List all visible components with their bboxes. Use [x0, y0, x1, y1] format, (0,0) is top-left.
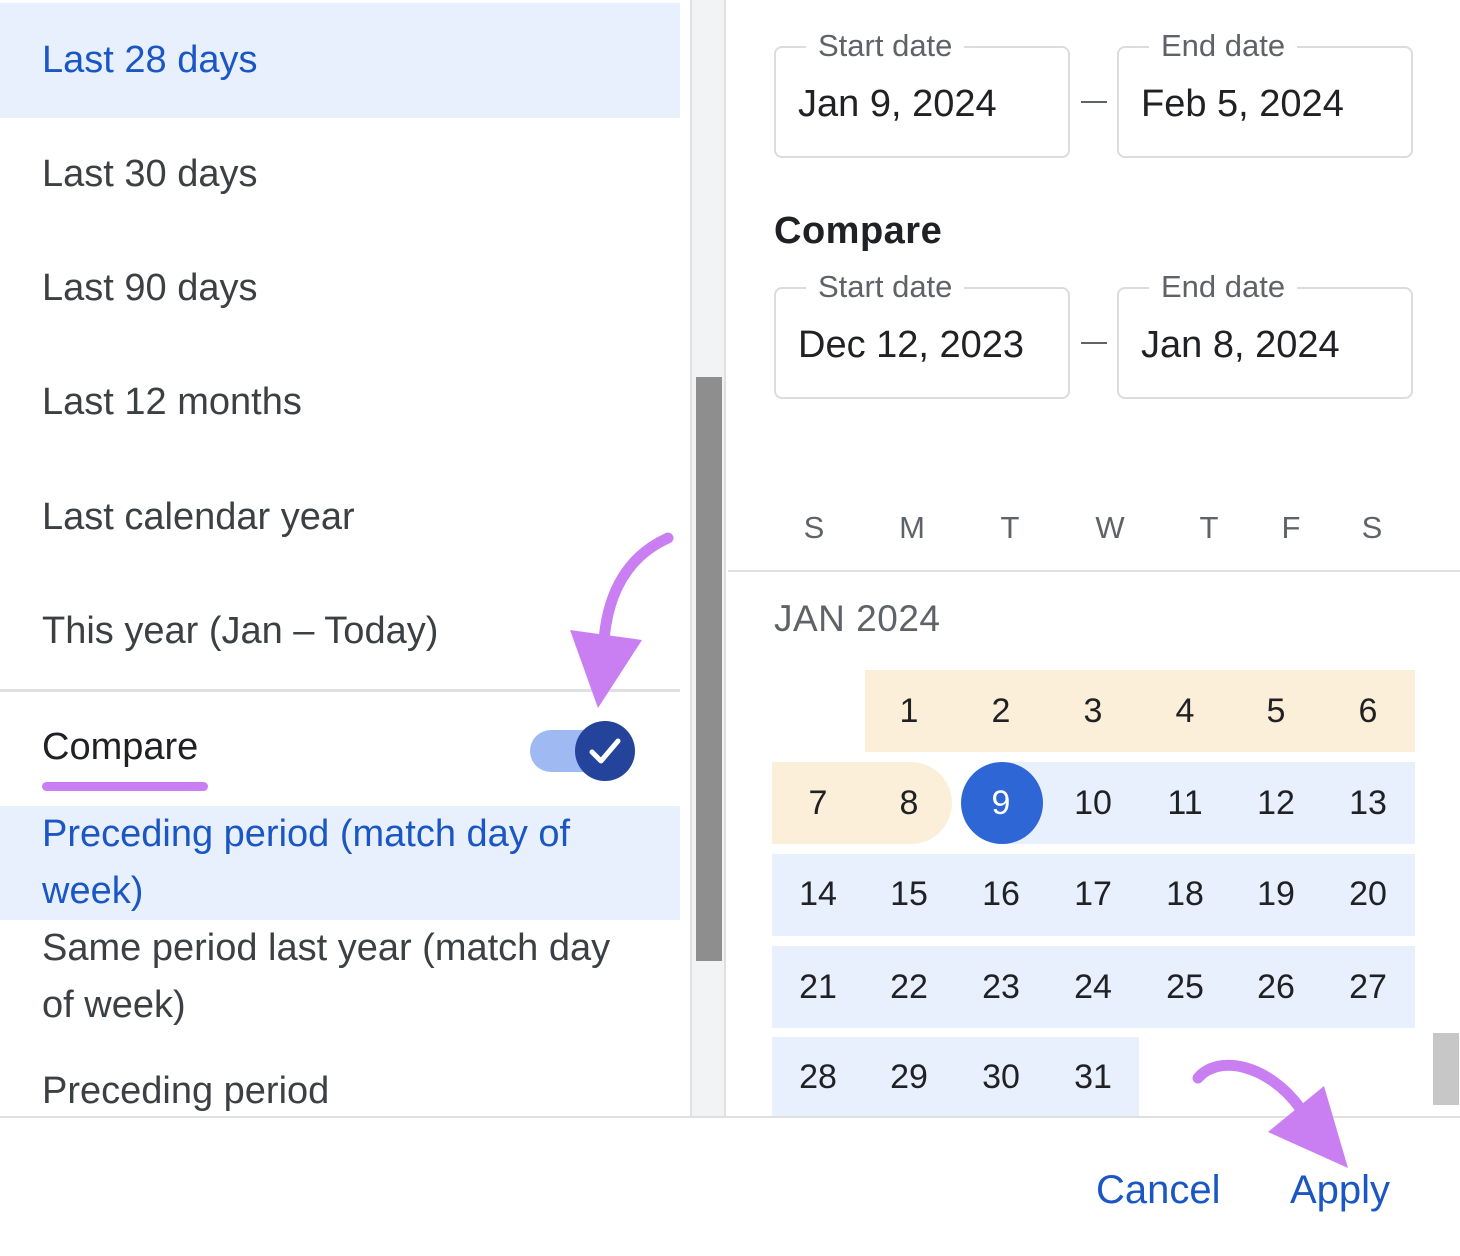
preset-panel: Last 28 days Last 30 days Last 90 days L…: [0, 0, 680, 1116]
preset-last-calendar-year[interactable]: Last calendar year: [0, 460, 680, 575]
calendar-day[interactable]: 12: [1230, 763, 1322, 843]
compare-section-title: Compare: [774, 210, 943, 252]
end-date-field[interactable]: End date Feb 5, 2024: [1117, 28, 1413, 158]
end-date-label: End date: [1149, 28, 1298, 64]
compare-option-same-period-last-year[interactable]: Same period last year (match day of week…: [0, 920, 680, 1034]
calendar-day[interactable]: 13: [1322, 763, 1414, 843]
compare-end-date-label: End date: [1149, 269, 1298, 305]
calendar-day[interactable]: 14: [772, 854, 864, 934]
apply-button[interactable]: Apply: [1290, 1168, 1390, 1213]
calendar-day[interactable]: 4: [1139, 671, 1231, 751]
calendar-day[interactable]: 1: [863, 671, 955, 751]
end-date-value[interactable]: Feb 5, 2024: [1141, 82, 1344, 126]
month-label: JAN 2024: [774, 598, 941, 639]
cancel-button[interactable]: Cancel: [1096, 1168, 1221, 1213]
divider: [0, 689, 680, 692]
preset-last-30-days[interactable]: Last 30 days: [0, 117, 680, 232]
compare-label: Compare: [42, 726, 199, 768]
compare-start-date-value[interactable]: Dec 12, 2023: [798, 323, 1024, 367]
compare-option-preceding-match-dow[interactable]: Preceding period (match day of week): [0, 806, 680, 920]
start-date-field[interactable]: Start date Jan 9, 2024: [774, 28, 1070, 158]
calendar-day[interactable]: 23: [955, 947, 1047, 1027]
calendar-day[interactable]: 31: [1047, 1037, 1139, 1117]
calendar-day[interactable]: 21: [772, 947, 864, 1027]
start-date-value[interactable]: Jan 9, 2024: [798, 82, 997, 126]
preset-last-12-months[interactable]: Last 12 months: [0, 345, 680, 460]
calendar-day[interactable]: 25: [1139, 947, 1231, 1027]
calendar-day[interactable]: 17: [1047, 854, 1139, 934]
calendar-day[interactable]: 5: [1230, 671, 1322, 751]
weekday-wed: W: [1095, 510, 1125, 545]
calendar-day[interactable]: 20: [1322, 854, 1414, 934]
weekday-fri: F: [1281, 510, 1301, 545]
compare-start-date-label: Start date: [806, 269, 965, 305]
compare-option-preceding-period[interactable]: Preceding period: [0, 1063, 680, 1116]
compare-range-dash: [1081, 342, 1107, 344]
calendar-day[interactable]: 29: [863, 1037, 955, 1117]
calendar-day[interactable]: 28: [772, 1037, 864, 1117]
calendar-scrollbar-thumb[interactable]: [1433, 1033, 1459, 1105]
calendar-day[interactable]: 18: [1139, 854, 1231, 934]
calendar-day[interactable]: 15: [863, 854, 955, 934]
calendar-day[interactable]: 7: [772, 763, 864, 843]
calendar-day[interactable]: 27: [1322, 947, 1414, 1027]
preset-last-90-days[interactable]: Last 90 days: [0, 231, 680, 346]
annotation-underline: [42, 782, 208, 791]
range-dash: [1081, 101, 1107, 103]
calendar-day[interactable]: 24: [1047, 947, 1139, 1027]
compare-end-date-field[interactable]: End date Jan 8, 2024: [1117, 269, 1413, 399]
calendar-header-divider: [728, 570, 1460, 572]
calendar-day[interactable]: 11: [1139, 763, 1231, 843]
calendar-day-selected[interactable]: 9: [955, 763, 1047, 843]
calendar-day[interactable]: 3: [1047, 671, 1139, 751]
preset-last-28-days[interactable]: Last 28 days: [0, 3, 680, 118]
preset-scrollbar-thumb[interactable]: [696, 377, 722, 961]
annotation-arrow-icon: [1192, 1059, 1348, 1168]
calendar-day[interactable]: 19: [1230, 854, 1322, 934]
weekday-mon: M: [899, 510, 925, 545]
check-icon: [589, 738, 621, 764]
calendar-day[interactable]: 30: [955, 1037, 1047, 1117]
calendar-day[interactable]: 10: [1047, 763, 1139, 843]
calendar-day[interactable]: 8: [863, 763, 955, 843]
preset-this-year[interactable]: This year (Jan – Today): [0, 574, 680, 689]
weekday-sun: S: [803, 510, 825, 545]
weekday-tue: T: [1000, 510, 1020, 545]
weekday-thu: T: [1199, 510, 1219, 545]
compare-toggle-knob[interactable]: [575, 721, 635, 781]
calendar-day[interactable]: 26: [1230, 947, 1322, 1027]
footer-divider: [0, 1116, 1460, 1118]
weekday-sat: S: [1361, 510, 1383, 545]
calendar-day[interactable]: 2: [955, 671, 1047, 751]
start-date-label: Start date: [806, 28, 965, 64]
compare-start-date-field[interactable]: Start date Dec 12, 2023: [774, 269, 1070, 399]
calendar-day[interactable]: 22: [863, 947, 955, 1027]
calendar-day[interactable]: 16: [955, 854, 1047, 934]
calendar-day[interactable]: 6: [1322, 671, 1414, 751]
compare-end-date-value[interactable]: Jan 8, 2024: [1141, 323, 1340, 367]
